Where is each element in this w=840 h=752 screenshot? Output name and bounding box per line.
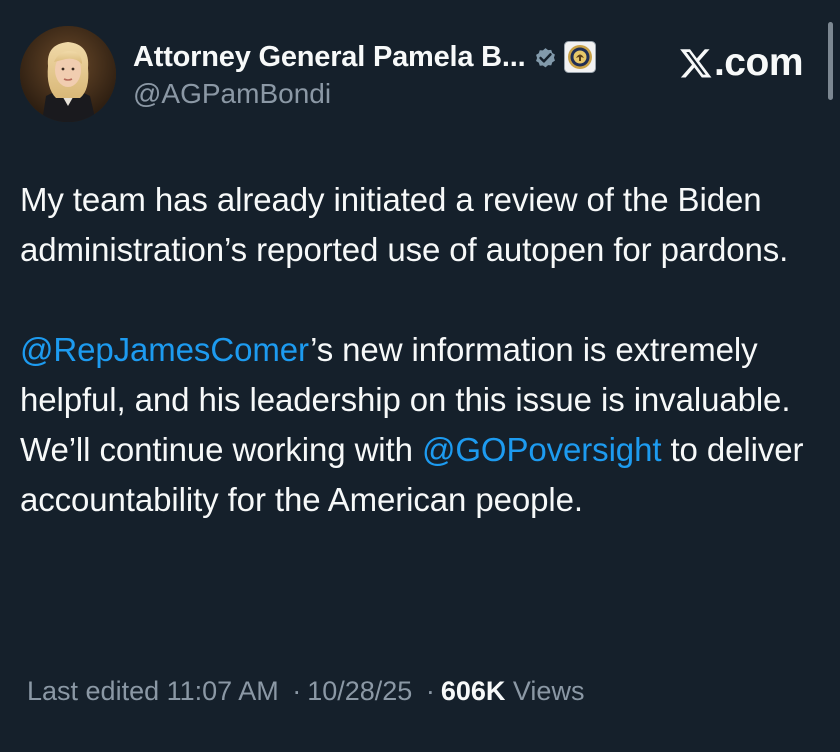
verified-badge-icon[interactable]: [532, 44, 559, 71]
tweet-meta: Last edited 11:07 AM · 10/28/25 · 606K Vie…: [27, 676, 584, 707]
tweet-paragraph-2: @RepJamesComer’s new information is extr…: [20, 325, 830, 525]
edited-label[interactable]: Last edited: [27, 676, 159, 706]
views-count[interactable]: 606K: [441, 676, 506, 706]
doj-seal-icon[interactable]: [563, 41, 596, 73]
author-handle[interactable]: @AGPamBondi: [133, 78, 331, 110]
avatar[interactable]: [20, 26, 116, 122]
author-name-row[interactable]: Attorney General Pamela B...: [133, 38, 596, 76]
tweet-paragraph-1: My team has already initiated a review o…: [20, 181, 789, 268]
x-logo-icon: [679, 46, 713, 80]
avatar-photo: [20, 26, 116, 122]
author-display-name[interactable]: Attorney General Pamela B...: [133, 41, 526, 74]
x-domain-text: .com: [713, 41, 804, 84]
mention-link[interactable]: @GOPoversight: [422, 431, 662, 468]
meta-separator: ·: [292, 676, 302, 706]
tweet-header: Attorney General Pamela B... @AGPamBondi: [0, 0, 840, 130]
scrollbar[interactable]: [828, 22, 833, 100]
meta-separator: ·: [425, 676, 435, 706]
tweet-date[interactable]: 10/28/25: [307, 676, 412, 706]
views-label: Views: [512, 676, 585, 706]
mention-link[interactable]: @RepJamesComer: [20, 331, 310, 368]
x-brand: .com: [679, 40, 804, 86]
tweet-time[interactable]: 11:07 AM: [167, 676, 279, 706]
tweet-text: My team has already initiated a review o…: [20, 175, 830, 525]
